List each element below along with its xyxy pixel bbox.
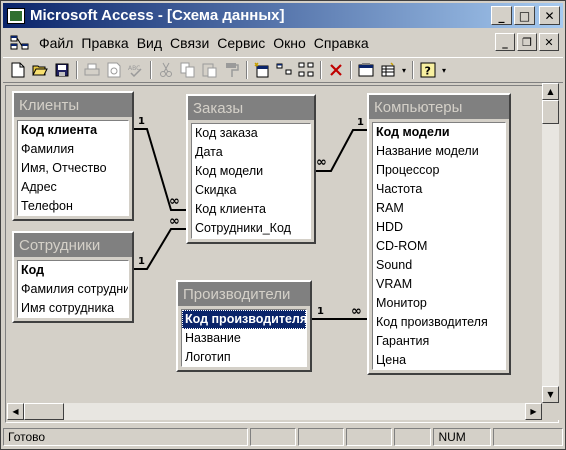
field-item[interactable]: Имя, Отчество (18, 159, 128, 178)
field-item[interactable]: HDD (373, 218, 505, 237)
field-item[interactable]: Логотип (182, 348, 306, 366)
rel-one-label: 1 (138, 116, 145, 127)
table-manufacturers[interactable]: Производители Код производителя Название… (176, 280, 312, 372)
field-item[interactable]: Дата (192, 143, 310, 162)
field-item[interactable]: Sound (373, 256, 505, 275)
field-item[interactable]: Код клиента (192, 200, 310, 219)
vertical-scroll-thumb[interactable] (542, 100, 559, 124)
field-item[interactable]: Сотрудники_Код (192, 219, 310, 238)
status-pane-empty (250, 428, 296, 446)
field-item[interactable]: Имя сотрудника (18, 299, 128, 317)
scroll-left-icon[interactable]: ◀ (7, 403, 24, 420)
field-item[interactable]: Монитор (373, 294, 505, 313)
status-text: Готово (3, 428, 249, 446)
table-title[interactable]: Сотрудники (14, 233, 132, 257)
status-pane-empty (345, 428, 392, 446)
field-item[interactable]: Код клиента (18, 121, 128, 140)
field-item[interactable]: Код модели (192, 162, 310, 181)
field-item[interactable]: Название модели (373, 142, 505, 161)
field-item[interactable]: Фамилия (18, 140, 128, 159)
access-window: Microsoft Access - [Схема данных] _ □ ✕ … (0, 0, 566, 450)
status-bar: Готово NUM (3, 427, 564, 447)
table-computers[interactable]: Компьютеры Код модели Название модели Пр… (367, 93, 511, 375)
field-item[interactable]: VRAM (373, 275, 505, 294)
field-item[interactable]: Код модели (373, 123, 505, 142)
field-item[interactable]: Телефон (18, 197, 128, 215)
table-clients[interactable]: Клиенты Код клиента Фамилия Имя, Отчеств… (12, 91, 134, 221)
table-title[interactable]: Клиенты (14, 93, 132, 117)
field-item[interactable]: Код (18, 261, 128, 280)
table-orders[interactable]: Заказы Код заказа Дата Код модели Скидка… (186, 94, 316, 244)
scroll-up-icon[interactable]: ▲ (542, 83, 559, 100)
rel-many-label: ∞ (351, 304, 362, 319)
field-list[interactable]: Код производителя Название Логотип (181, 309, 307, 367)
table-employees[interactable]: Сотрудники Код Фамилия сотрудни Имя сотр… (12, 231, 134, 323)
rel-many-label: ∞ (169, 194, 180, 209)
field-item[interactable]: Частота (373, 180, 505, 199)
status-pane-empty (393, 428, 432, 446)
field-list[interactable]: Код клиента Фамилия Имя, Отчество Адрес … (17, 120, 129, 216)
status-pane-empty (493, 428, 564, 446)
field-item[interactable]: RAM (373, 199, 505, 218)
field-item[interactable]: Код производителя (373, 313, 505, 332)
field-item-selected[interactable]: Код производителя (182, 310, 306, 329)
vertical-scrollbar[interactable]: ▲ ▼ (542, 83, 559, 403)
field-item[interactable]: Код заказа (192, 124, 310, 143)
scroll-corner (542, 403, 559, 420)
rel-one-label: 1 (357, 117, 364, 128)
field-list[interactable]: Код Фамилия сотрудни Имя сотрудника (17, 260, 129, 318)
rel-one-label: 1 (138, 256, 145, 267)
field-list[interactable]: Код заказа Дата Код модели Скидка Код кл… (191, 123, 311, 239)
horizontal-scroll-thumb[interactable] (24, 403, 64, 420)
scroll-right-icon[interactable]: ▶ (525, 403, 542, 420)
rel-many-label: ∞ (316, 155, 327, 170)
table-title[interactable]: Производители (178, 282, 310, 306)
field-item[interactable]: Скидка (192, 181, 310, 200)
field-item[interactable]: Название (182, 329, 306, 348)
scroll-down-icon[interactable]: ▼ (542, 386, 559, 403)
field-list[interactable]: Код модели Название модели Процессор Час… (372, 122, 506, 370)
rel-one-label: 1 (317, 306, 324, 317)
num-lock-indicator: NUM (433, 428, 492, 446)
table-title[interactable]: Компьютеры (369, 95, 509, 119)
field-item[interactable]: Процессор (373, 161, 505, 180)
field-item[interactable]: Адрес (18, 178, 128, 197)
status-pane-empty (297, 428, 344, 446)
field-item[interactable]: Фамилия сотрудни (18, 280, 128, 299)
table-title[interactable]: Заказы (188, 96, 314, 120)
horizontal-scrollbar[interactable]: ◀ ▶ (7, 403, 542, 420)
field-item[interactable]: Цена (373, 351, 505, 369)
rel-many-label: ∞ (169, 214, 180, 229)
field-item[interactable]: Гарантия (373, 332, 505, 351)
field-item[interactable]: CD-ROM (373, 237, 505, 256)
